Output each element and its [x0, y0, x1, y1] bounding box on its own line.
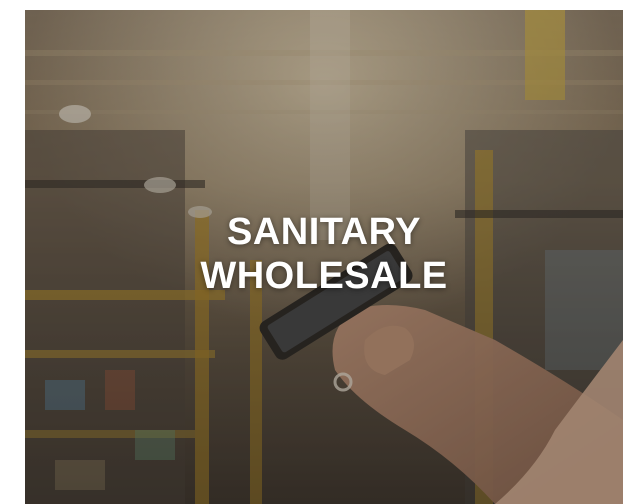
page: SANITARY WHOLESALE — [0, 0, 623, 504]
sanitary-wholesale-banner[interactable]: SANITARY WHOLESALE — [25, 10, 623, 504]
warehouse-background-image — [25, 10, 623, 504]
